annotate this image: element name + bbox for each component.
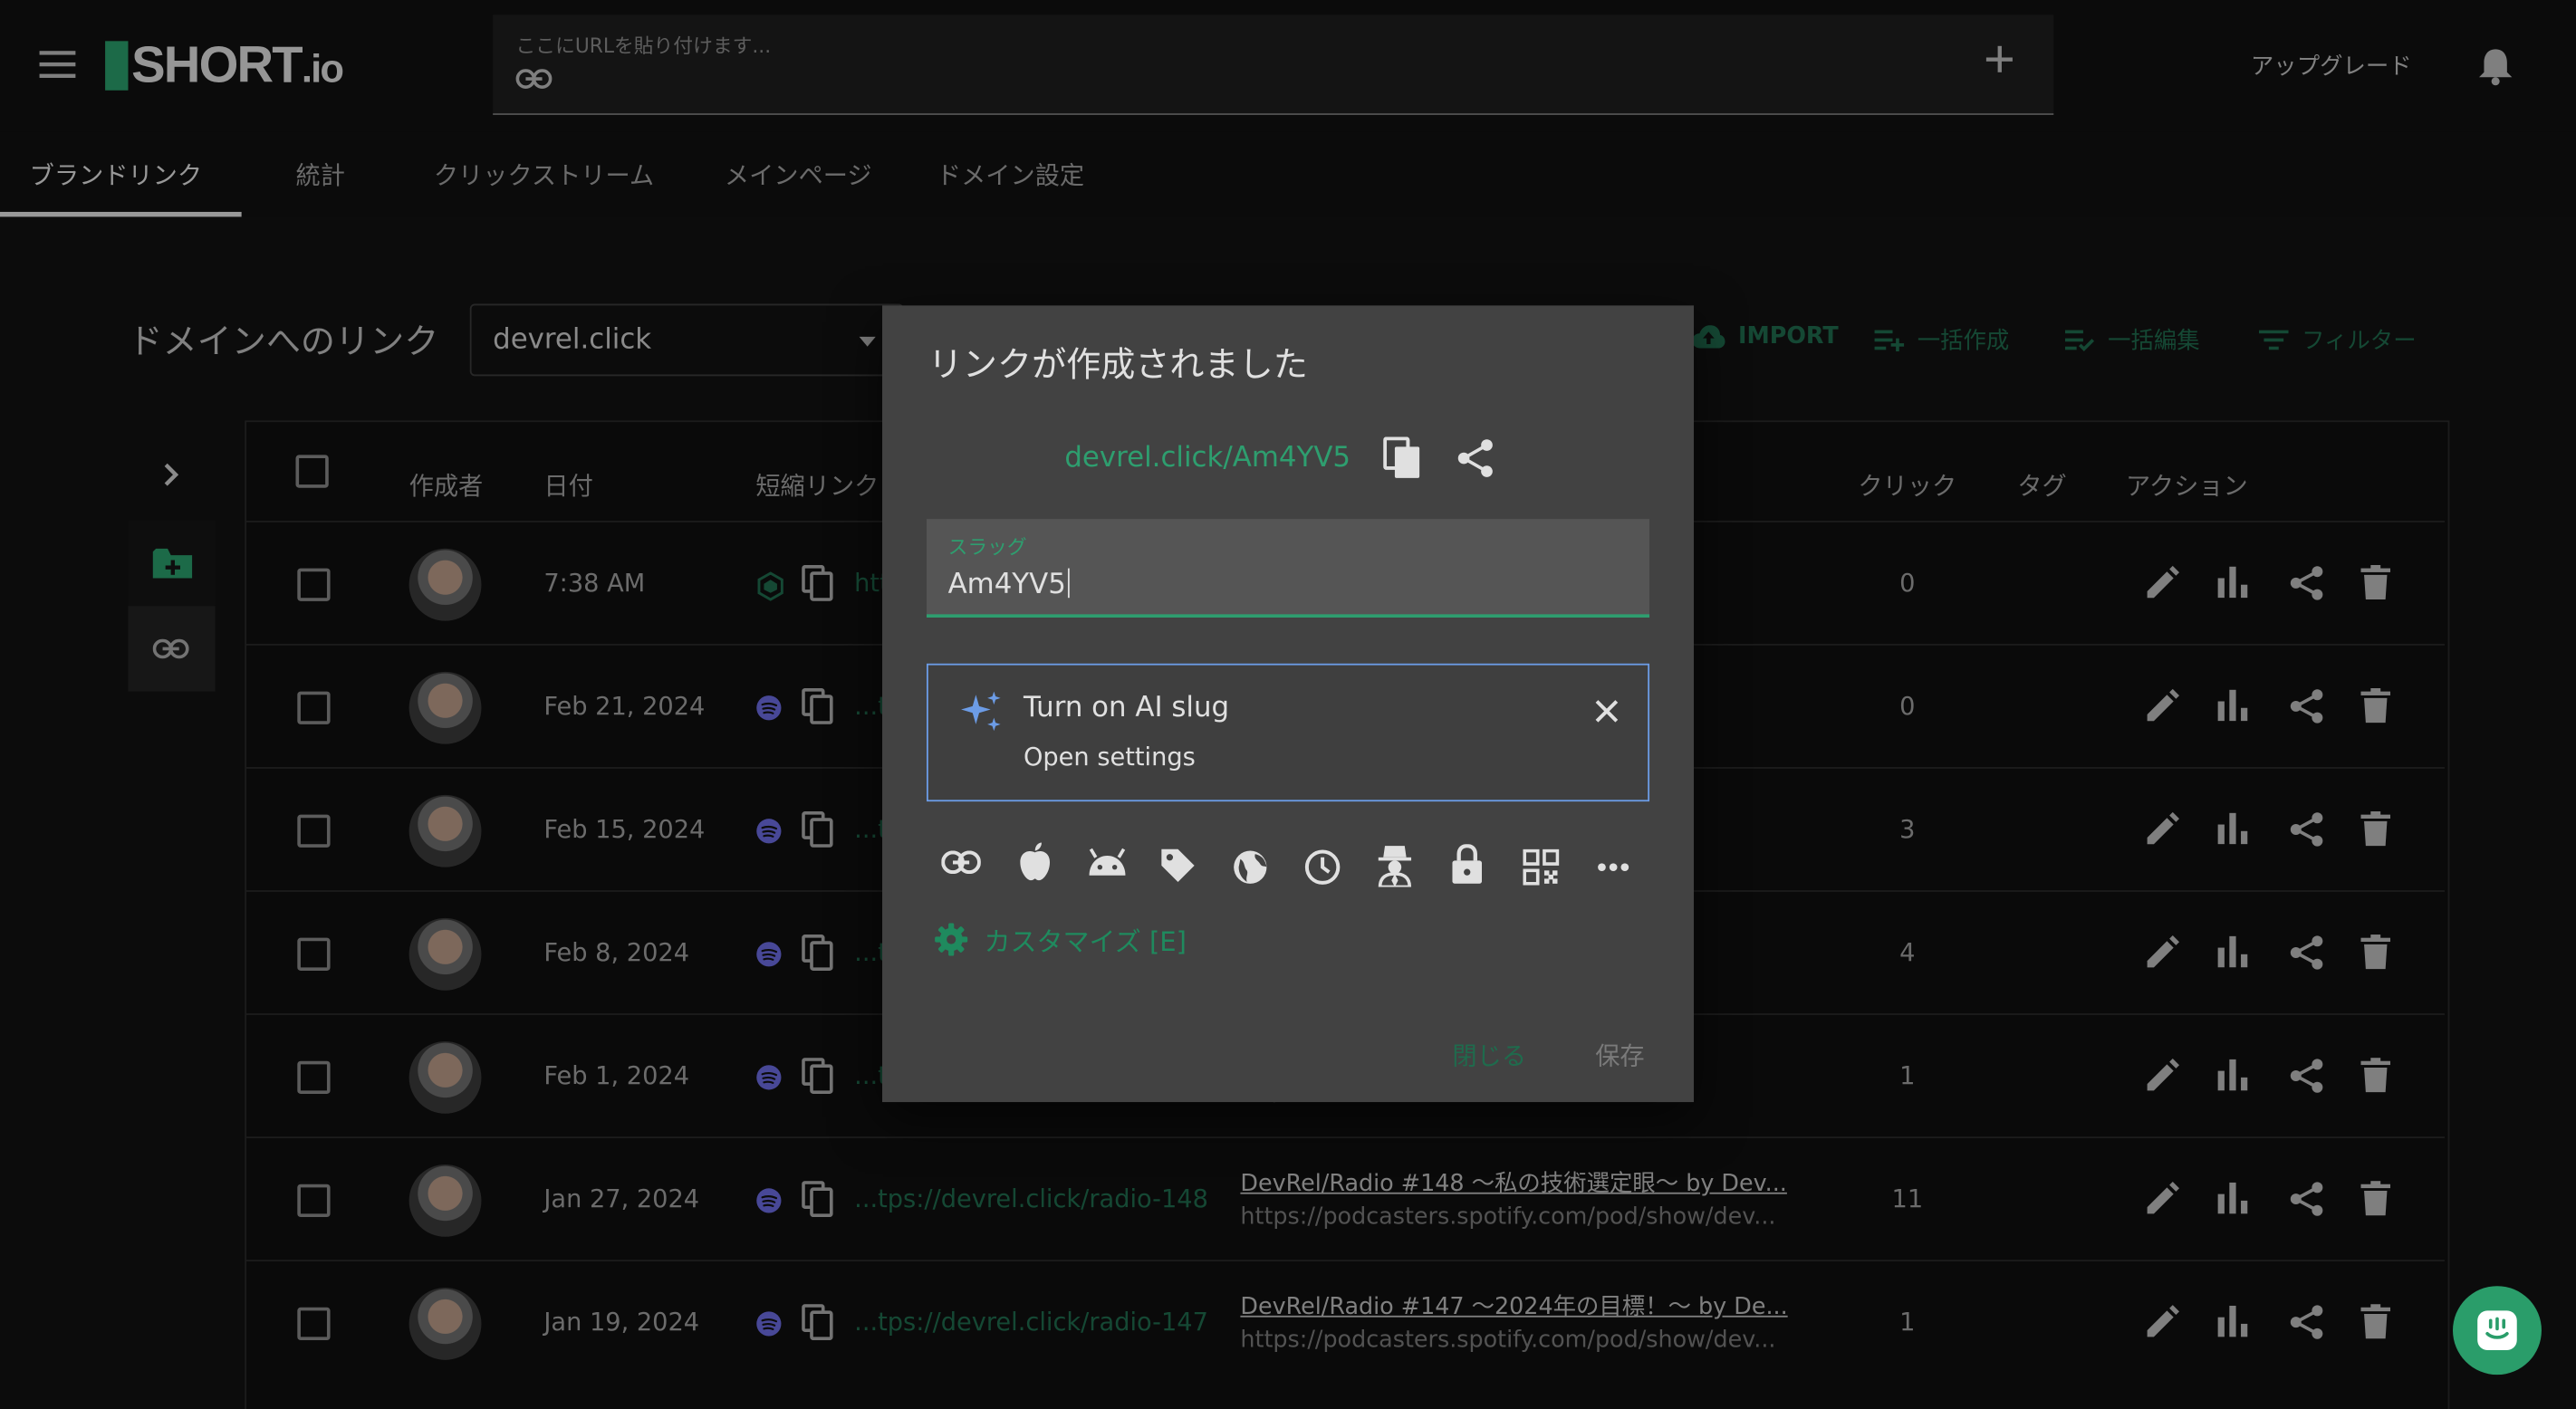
created-short-link[interactable]: devrel.click/Am4YV5: [1064, 442, 1350, 474]
slug-field[interactable]: スラッグ Am4YV5: [926, 519, 1650, 618]
globe-icon[interactable]: [1232, 849, 1268, 886]
ai-slug-title[interactable]: Turn on AI slug: [1024, 692, 1229, 724]
gear-icon: [935, 923, 968, 956]
slug-label: スラッグ: [947, 535, 1027, 559]
link-icon[interactable]: [941, 850, 981, 874]
app-page: SHORT.io ここにURLを貼り付けます... アップグレード ブランドリン…: [0, 0, 2576, 1409]
customize-label: カスタマイズ [E]: [984, 925, 1187, 958]
ai-sparkle-icon: [957, 688, 1004, 734]
qr-code-icon[interactable]: [1523, 848, 1560, 886]
clock-icon[interactable]: [1304, 849, 1341, 886]
tag-icon[interactable]: [1160, 848, 1197, 884]
share-icon[interactable]: [1456, 438, 1495, 478]
support-chat-button[interactable]: [2453, 1286, 2542, 1375]
ai-slug-banner: Turn on AI slug Open settings: [926, 663, 1650, 802]
spy-icon[interactable]: [1375, 844, 1415, 887]
slug-value[interactable]: Am4YV5: [948, 569, 1070, 601]
more-icon[interactable]: [1597, 862, 1629, 872]
dialog-title: リンクが作成されました: [928, 344, 1308, 385]
copy-icon[interactable]: [1383, 436, 1423, 479]
apple-icon[interactable]: [1019, 841, 1052, 881]
ai-open-settings-link[interactable]: Open settings: [1024, 743, 1196, 772]
close-icon[interactable]: [1593, 698, 1620, 724]
close-button[interactable]: 閉じる: [1452, 1038, 1526, 1072]
android-icon[interactable]: [1086, 848, 1129, 877]
save-button[interactable]: 保存: [1595, 1038, 1644, 1072]
link-created-dialog: リンクが作成されました devrel.click/Am4YV5 スラッグ Am4…: [882, 305, 1695, 1103]
lock-icon[interactable]: [1452, 844, 1483, 884]
customize-button[interactable]: カスタマイズ [E]: [935, 920, 1187, 960]
